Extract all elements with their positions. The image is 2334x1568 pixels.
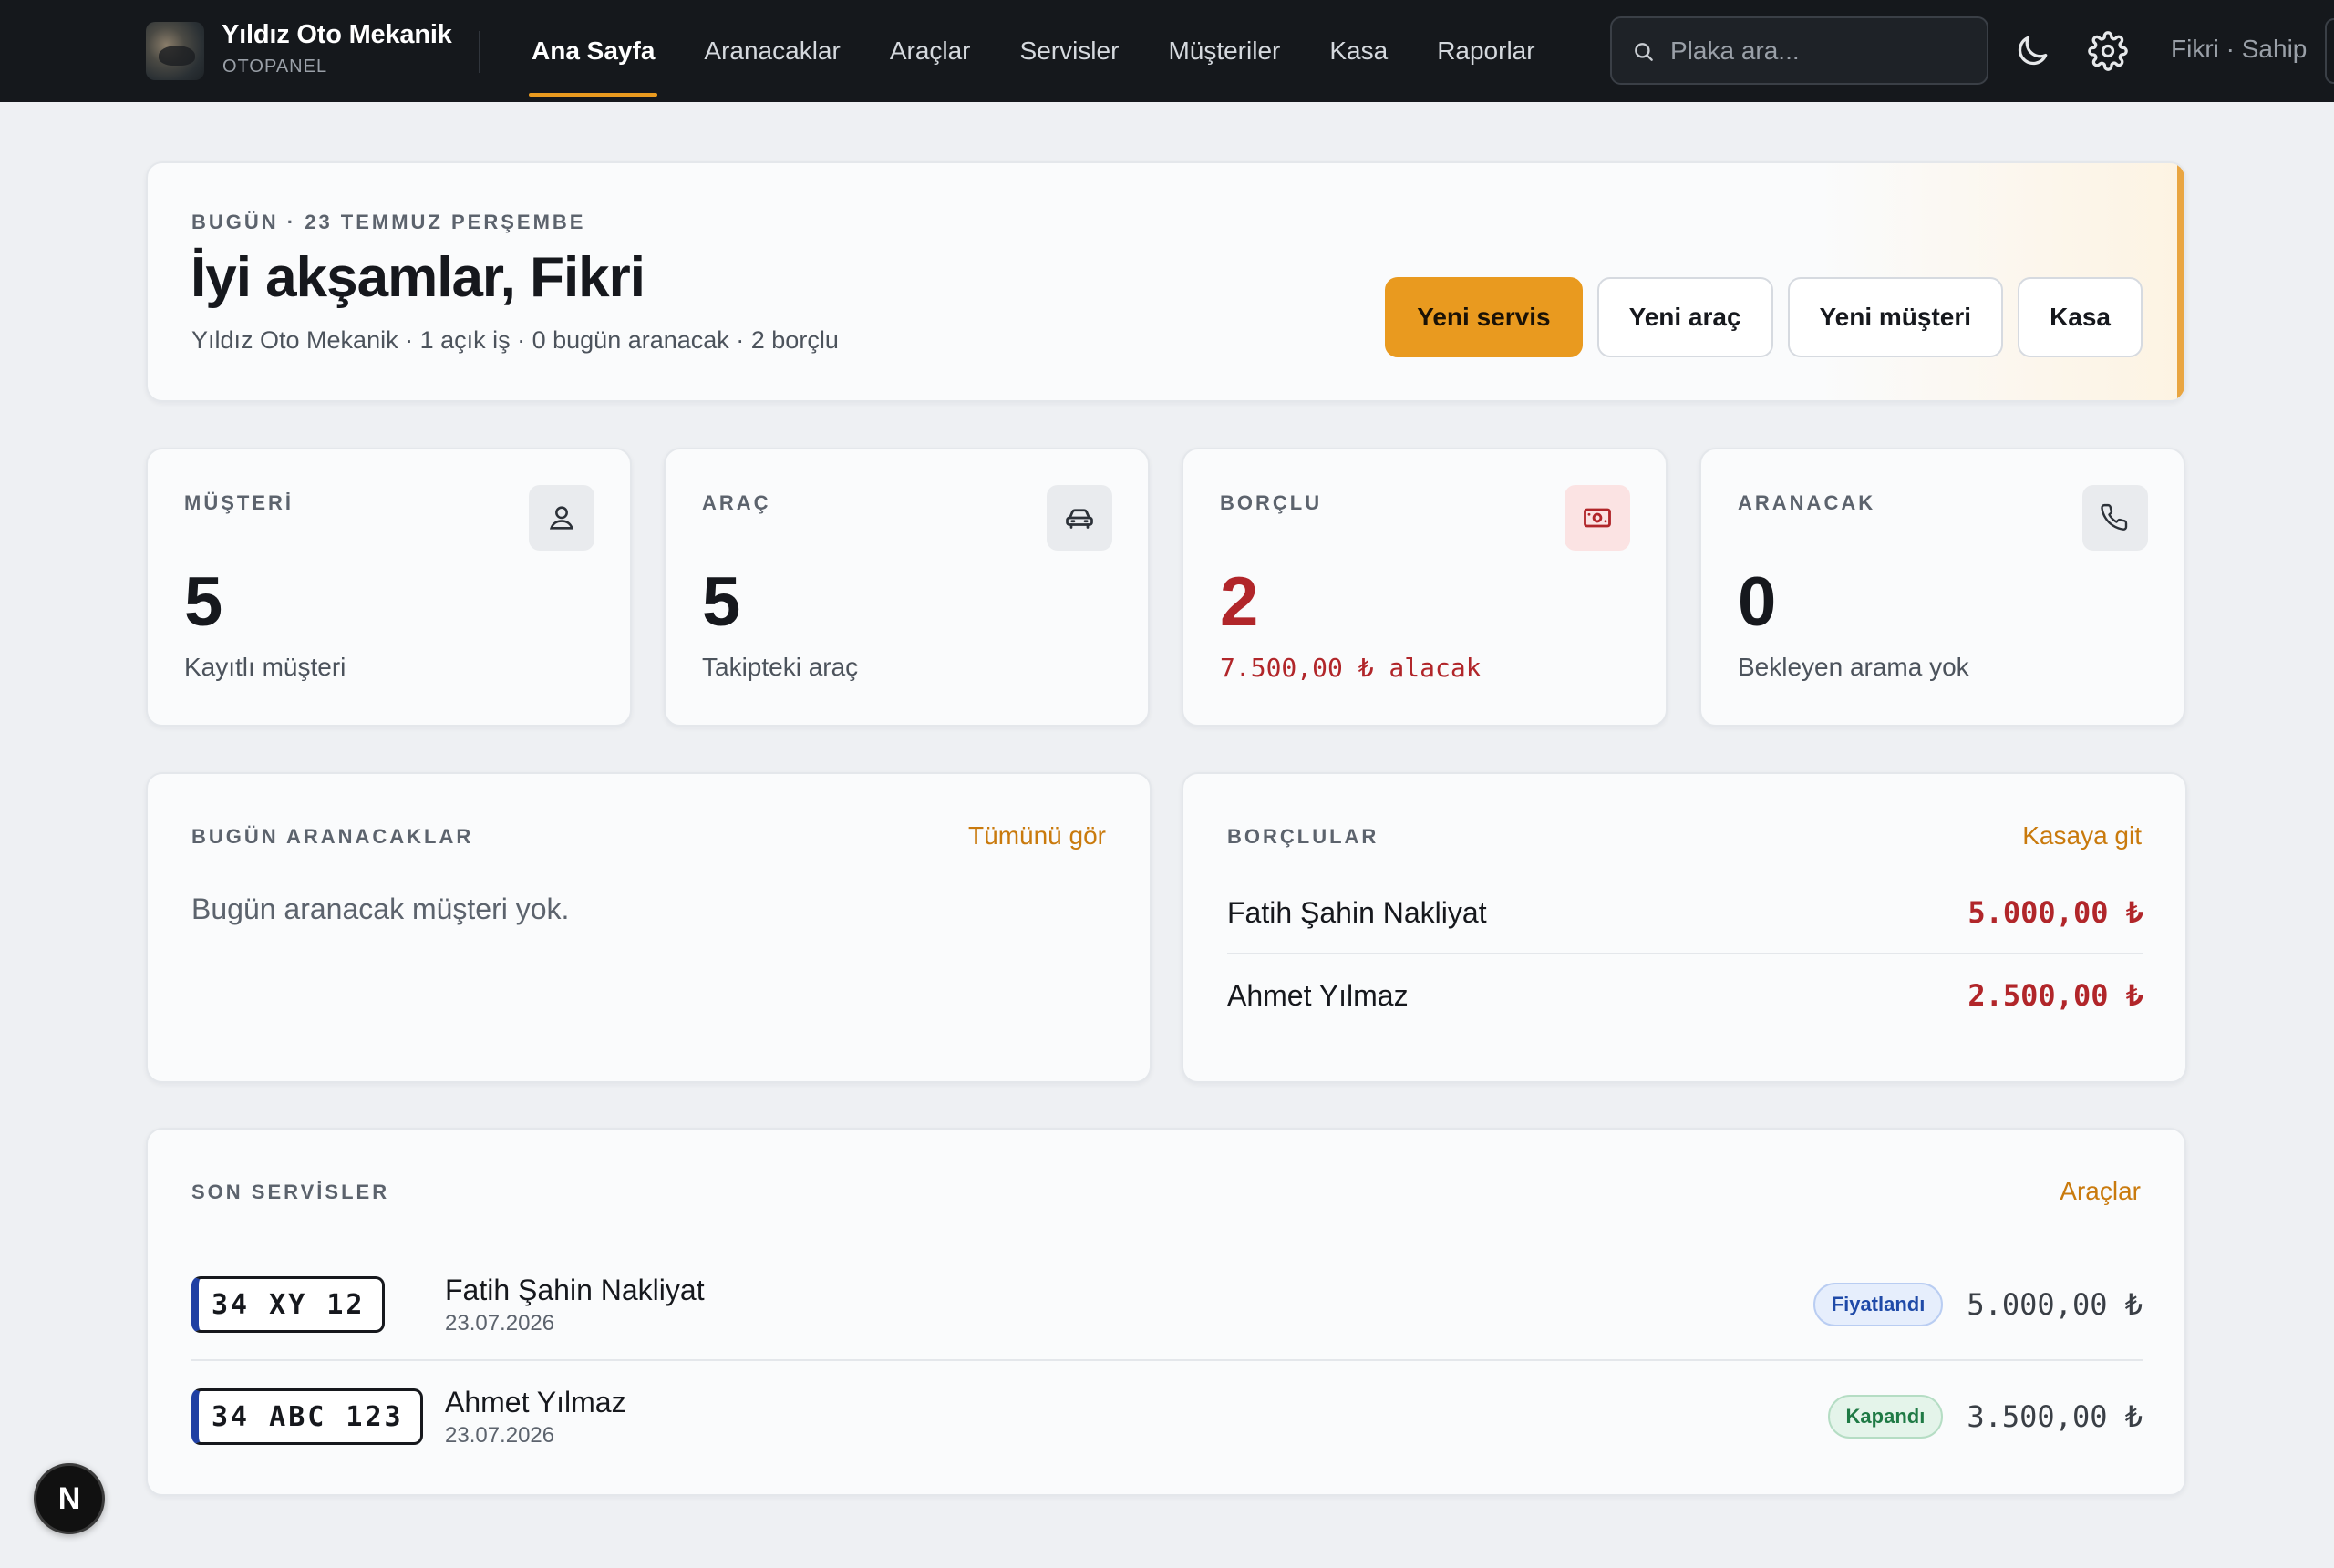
top-navbar: Yıldız Oto Mekanik OTOPANEL Ana Sayfa Ar… [0,0,2334,102]
stat-value: 0 [1738,563,1777,641]
debtor-amount: 5.000,00 ₺ [1967,895,2143,930]
search-input[interactable] [1670,31,1971,71]
user-menu[interactable]: Fikri · Sahip [2171,35,2307,64]
nav-item-aranacaklar[interactable]: Aranacaklar [679,0,864,102]
debtor-name: Fatih Şahin Nakliyat [1227,895,1487,929]
car-icon [1047,485,1112,551]
cash-button[interactable]: Kasa [2018,277,2143,357]
debtor-amount: 2.500,00 ₺ [1967,978,2143,1013]
debtors-card: BORÇLULAR Kasaya git Fatih Şahin Nakliya… [1182,772,2187,1083]
nav-item-araclar[interactable]: Araçlar [865,0,996,102]
stat-value: 5 [184,563,223,641]
vehicles-link[interactable]: Araçlar [2060,1177,2141,1206]
stat-card-customers[interactable]: MÜŞTERİ 5 Kayıtlı müşteri [146,448,632,727]
brand-name[interactable]: Yıldız Oto Mekanik [222,20,452,50]
card-title: SON SERVİSLER [191,1181,390,1203]
stat-caption: Takipteki araç [702,653,859,681]
service-amount: 3.500,00 ₺ [1967,1399,2143,1434]
license-plate: 34 XY 12 [191,1276,385,1333]
nav-item-musteriler[interactable]: Müşteriler [1143,0,1305,102]
plate-search[interactable] [1610,16,1988,85]
phone-icon [2082,485,2148,551]
empty-state-text: Bugün aranacak müşteri yok. [191,892,570,925]
service-info: Ahmet Yılmaz 23.07.2026 [445,1386,626,1449]
new-vehicle-button[interactable]: Yeni araç [1596,277,1773,357]
logout-button[interactable] [2325,18,2334,84]
nav-item-kasa[interactable]: Kasa [1305,0,1412,102]
stat-caption: 7.500,00 ₺ alacak [1220,653,1482,683]
stat-card-vehicles[interactable]: ARAÇ 5 Takipteki araç [664,448,1150,727]
list-item[interactable]: 34 ABC 123 Ahmet Yılmaz 23.07.2026 Kapan… [191,1361,2143,1472]
list-item[interactable]: Fatih Şahin Nakliyat 5.000,00 ₺ [1227,872,2143,954]
greeting-title: İyi akşamlar, Fikri [191,246,645,309]
service-amount: 5.000,00 ₺ [1967,1287,2143,1322]
service-meta: Kapandı 3.500,00 ₺ [1827,1395,2143,1439]
stat-label: MÜŞTERİ [184,491,294,514]
banknote-icon [1565,485,1630,551]
brand-subtitle: OTOPANEL [222,57,328,77]
service-customer: Ahmet Yılmaz [445,1385,626,1418]
list-item[interactable]: Ahmet Yılmaz 2.500,00 ₺ [1227,954,2143,1037]
new-customer-button[interactable]: Yeni müşteri [1787,277,2004,357]
status-badge: Fiyatlandı [1812,1283,1944,1326]
stat-label: ARANACAK [1738,491,1876,514]
stat-value: 2 [1220,563,1259,641]
license-plate: 34 ABC 123 [191,1388,423,1445]
moon-icon[interactable] [2012,31,2052,71]
go-to-cash-link[interactable]: Kasaya git [2022,821,2142,851]
card-title: BORÇLULAR [1227,825,1379,848]
search-icon [1635,43,1653,61]
status-badge: Kapandı [1827,1395,1944,1439]
list-item[interactable]: 34 XY 12 Fatih Şahin Nakliyat 23.07.2026… [191,1250,2143,1361]
main-nav: Ana Sayfa Aranacaklar Araçlar Servisler … [507,0,1560,102]
debtor-name: Ahmet Yılmaz [1227,978,1409,1012]
hero-accent-bar [2177,163,2184,400]
stat-card-debtors[interactable]: BORÇLU 2 7.500,00 ₺ alacak [1182,448,1668,727]
service-date: 23.07.2026 [445,1310,555,1336]
stat-value: 5 [702,563,741,641]
nav-item-ana-sayfa[interactable]: Ana Sayfa [507,0,679,102]
gear-icon[interactable] [2088,31,2128,71]
quick-actions: Yeni servis Yeni araç Yeni müşteri Kasa [1385,277,2143,357]
greeting-summary: Yıldız Oto Mekanik · 1 açık iş · 0 bugün… [191,326,839,354]
debtor-list: Fatih Şahin Nakliyat 5.000,00 ₺ Ahmet Yı… [1227,872,2143,1037]
service-date: 23.07.2026 [445,1422,555,1448]
greeting-card: BUGÜN · 23 TEMMUZ PERŞEMBE İyi akşamlar,… [146,161,2186,402]
service-info: Fatih Şahin Nakliyat 23.07.2026 [445,1274,705,1336]
user-icon [529,485,594,551]
stat-caption: Bekleyen arama yok [1738,653,1969,681]
brand-divider [479,31,480,73]
service-meta: Fiyatlandı 5.000,00 ₺ [1812,1283,2143,1326]
new-service-button[interactable]: Yeni servis [1385,277,1583,357]
next-dev-indicator-button[interactable]: N [34,1463,105,1534]
see-all-link[interactable]: Tümünü gör [968,821,1106,851]
card-title: BUGÜN ARANACAKLAR [191,825,474,848]
brand-logo[interactable] [146,22,204,80]
nav-item-servisler[interactable]: Servisler [996,0,1144,102]
calls-today-card: BUGÜN ARANACAKLAR Tümünü gör Bugün arana… [146,772,1152,1083]
stat-card-calls[interactable]: ARANACAK 0 Bekleyen arama yok [1699,448,2185,727]
stat-label: ARAÇ [702,491,771,514]
nav-item-raporlar[interactable]: Raporlar [1412,0,1559,102]
today-date: BUGÜN · 23 TEMMUZ PERŞEMBE [191,211,586,233]
stat-caption: Kayıtlı müşteri [184,653,346,681]
service-list: 34 XY 12 Fatih Şahin Nakliyat 23.07.2026… [191,1250,2143,1472]
service-customer: Fatih Şahin Nakliyat [445,1273,705,1306]
stat-label: BORÇLU [1220,491,1323,514]
recent-services-card: SON SERVİSLER Araçlar 34 XY 12 Fatih Şah… [146,1128,2186,1496]
